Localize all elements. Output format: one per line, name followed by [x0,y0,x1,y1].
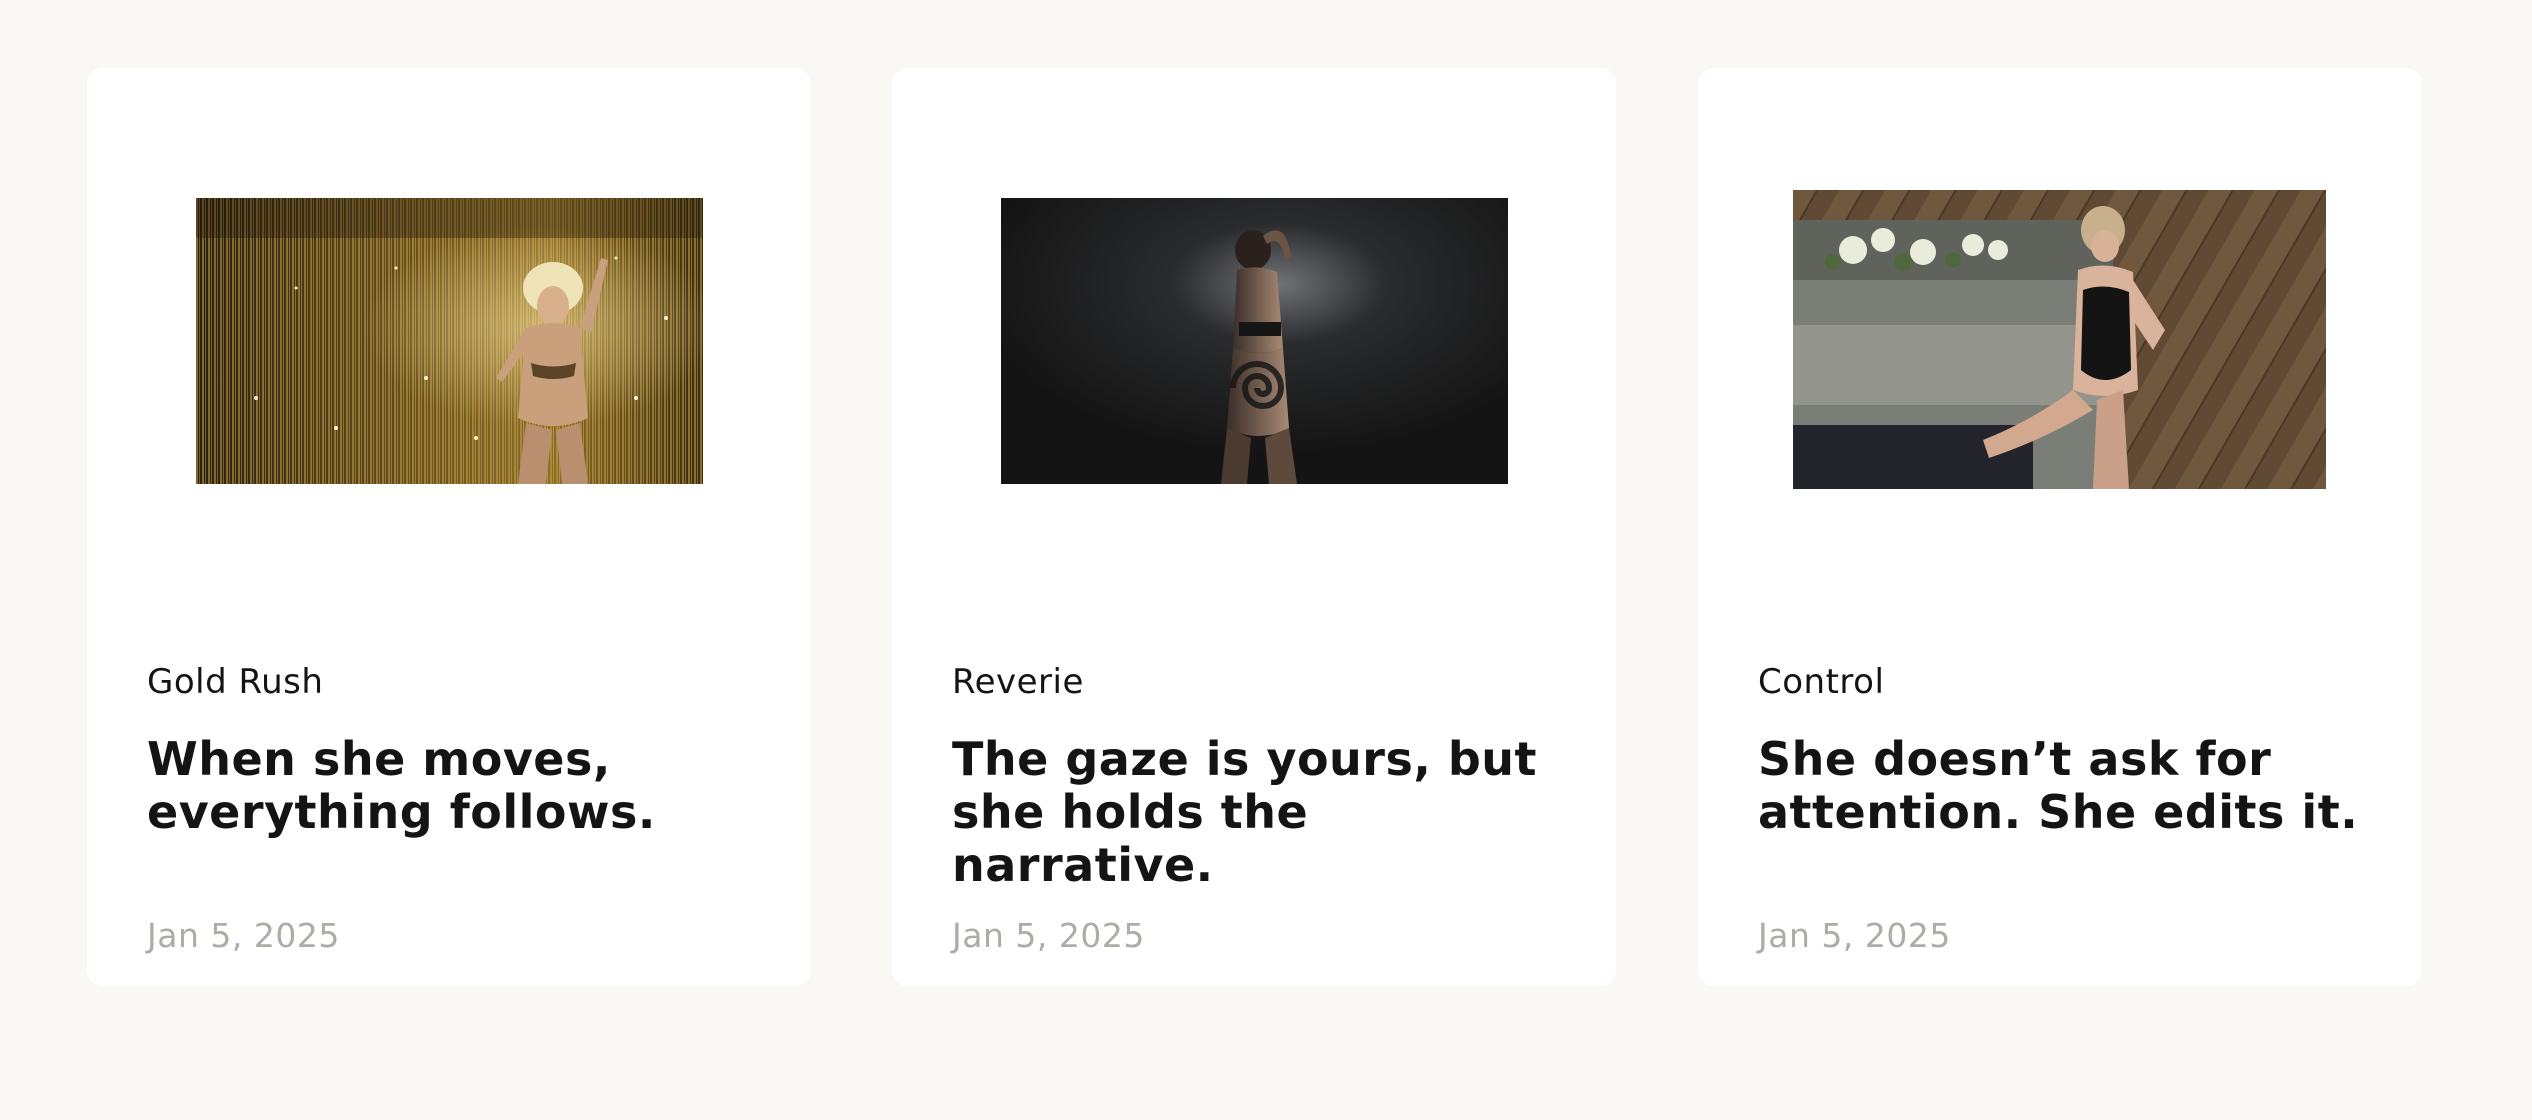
article-card-reverie[interactable]: Reverie The gaze is yours, but she holds… [892,68,1616,986]
page: { "colors": { "page_background": "#f9f8f… [0,0,2532,1120]
article-thumbnail[interactable] [1793,190,2326,489]
gold-curtain-photo [196,198,703,484]
article-date: Jan 5, 2025 [1758,916,1951,955]
article-category: Reverie [952,662,1084,702]
article-headline[interactable]: When she moves, everything follows. [147,733,777,839]
article-card-control[interactable]: Control She doesn’t ask for attention. S… [1698,68,2422,986]
article-headline[interactable]: She doesn’t ask for attention. She edits… [1758,733,2388,839]
article-category: Gold Rush [147,662,324,702]
article-thumbnail[interactable] [1001,198,1508,484]
article-headline[interactable]: The gaze is yours, but she holds the nar… [952,733,1582,892]
article-card-gold-rush[interactable]: Gold Rush When she moves, everything fol… [87,68,811,986]
article-thumbnail[interactable] [196,198,703,484]
article-date: Jan 5, 2025 [147,916,340,955]
article-date: Jan 5, 2025 [952,916,1145,955]
sofa-portrait-photo [1793,190,2326,489]
spiral-light-photo [1001,198,1508,484]
article-category: Control [1758,662,1885,702]
